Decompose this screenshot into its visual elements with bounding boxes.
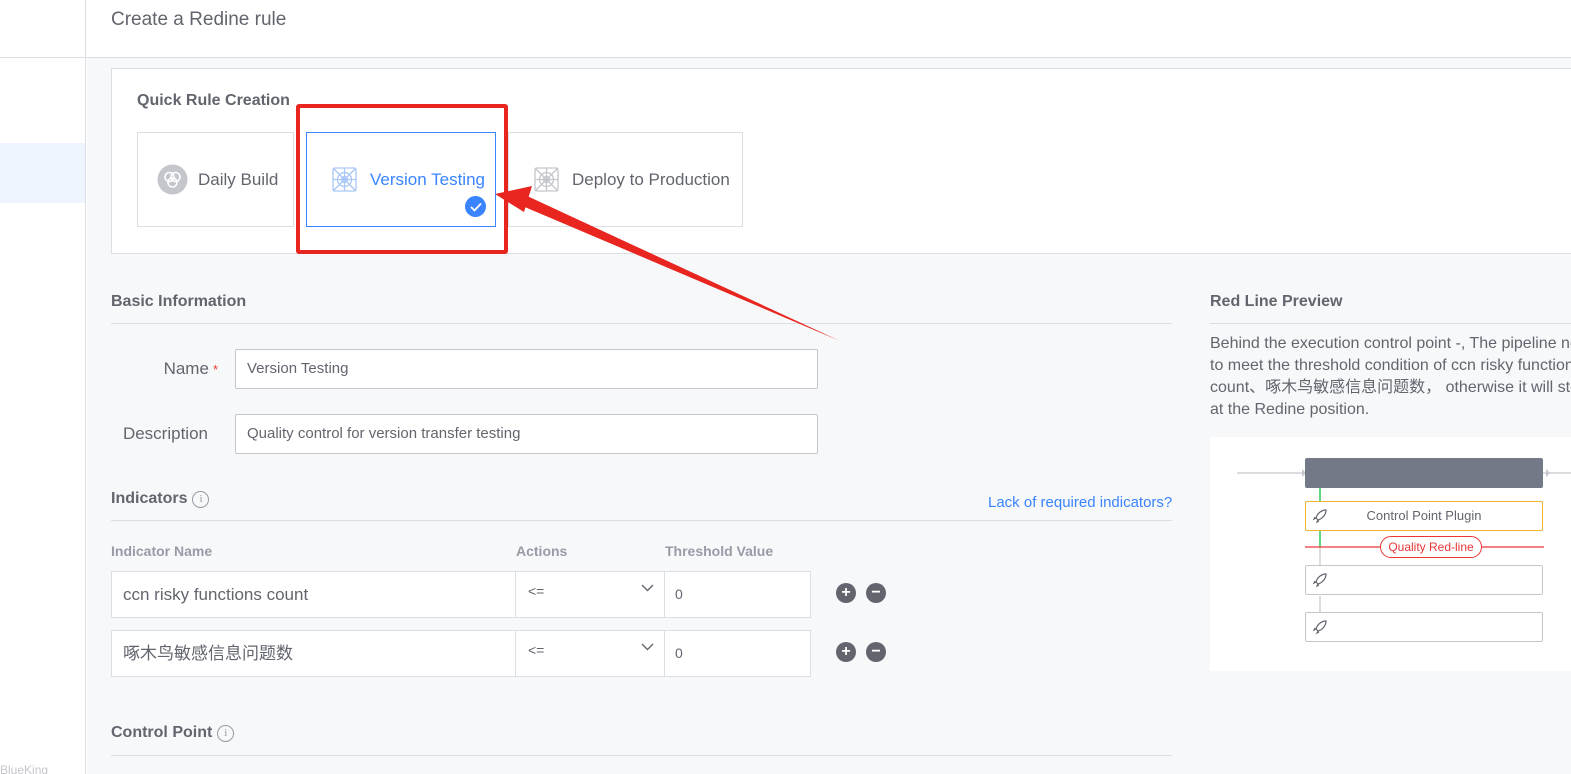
basic-info-title: Basic Information — [111, 293, 247, 310]
rule-name-input[interactable]: Version Testing — [235, 349, 818, 389]
add-row-button[interactable]: + — [836, 583, 856, 603]
name-label: Name * — [111, 359, 218, 379]
rule-description-input[interactable]: Quality control for version transfer tes… — [235, 414, 818, 454]
page-header: Create a Redine rule — [86, 0, 1571, 58]
preview-description-line: to meet the threshold condition of ccn r… — [1210, 357, 1571, 374]
selected-check-icon — [465, 196, 486, 217]
indicators-divider — [111, 520, 1172, 521]
preview-diagram: Control Point Plugin Quality Red-line — [1210, 437, 1571, 671]
preview-description-line: count、啄木鸟敏感信息问题数， otherwise it will stop — [1210, 379, 1571, 396]
chevron-down-icon — [641, 643, 654, 651]
name-label-text: Name — [163, 359, 209, 378]
operator-select[interactable]: <= — [515, 571, 665, 618]
column-header-indicator-name: Indicator Name — [111, 543, 213, 559]
template-card-deploy-to-production[interactable]: Deploy to Production — [508, 132, 743, 227]
left-sidebar: BlueKing — [0, 0, 86, 774]
control-point-plugin-node: Control Point Plugin — [1305, 501, 1543, 531]
control-point-divider — [111, 755, 1172, 756]
missing-indicators-link[interactable]: Lack of required indicators? — [988, 494, 1172, 511]
template-card-daily-build[interactable]: Daily Build — [137, 132, 294, 227]
app-root: BlueKing Create a Redine rule Quick Rule… — [0, 0, 1571, 774]
stage-block — [1305, 458, 1543, 488]
column-header-threshold: Threshold Value — [665, 543, 774, 559]
quality-redline-badge: Quality Red-line — [1380, 536, 1482, 558]
pipeline-plugin-node — [1305, 565, 1543, 595]
template-card-label: Daily Build — [198, 169, 279, 189]
preview-description-line: Behind the execution control point -, Th… — [1210, 335, 1571, 352]
page-title: Create a Redine rule — [111, 9, 287, 30]
info-icon[interactable]: i — [192, 491, 210, 508]
description-label: Description — [122, 424, 208, 443]
preview-divider — [1210, 323, 1571, 324]
quick-rule-panel: Quick Rule Creation Daily Build Version … — [111, 68, 1571, 254]
sidebar-footer: BlueKing — [0, 763, 49, 774]
column-header-actions: Actions — [516, 543, 568, 559]
rocket-icon — [1312, 509, 1327, 524]
deploy-icon — [531, 164, 562, 195]
add-row-button[interactable]: + — [836, 642, 856, 662]
operator-value: <= — [528, 642, 545, 658]
template-card-label: Version Testing — [370, 169, 485, 189]
indicators-title-text: Indicators — [111, 490, 188, 507]
rocket-icon — [1312, 620, 1327, 635]
rocket-icon — [1312, 573, 1327, 588]
threshold-input[interactable]: 0 — [664, 630, 811, 677]
pipeline-plugin-node — [1305, 612, 1543, 642]
operator-select[interactable]: <= — [515, 630, 665, 677]
version-testing-icon — [329, 164, 360, 195]
indicator-name-cell: ccn risky functions count — [111, 571, 516, 618]
remove-row-button[interactable]: − — [866, 642, 886, 662]
remove-row-button[interactable]: − — [866, 583, 886, 603]
control-point-title-text: Control Point — [111, 724, 213, 741]
info-icon[interactable]: i — [217, 725, 235, 742]
sidebar-active-item[interactable] — [0, 143, 85, 203]
required-mark: * — [212, 362, 218, 377]
plugin-label: Control Point Plugin — [1366, 508, 1482, 523]
operator-value: <= — [528, 583, 545, 599]
chevron-down-icon — [641, 584, 654, 592]
preview-description-line: at the Redine position. — [1210, 401, 1370, 418]
template-card-version-testing[interactable]: Version Testing — [306, 132, 496, 227]
indicators-title: Indicators i — [111, 490, 210, 508]
sidebar-divider — [0, 57, 86, 58]
preview-description: Behind the execution control point -, Th… — [1210, 333, 1571, 421]
template-card-label: Deploy to Production — [572, 169, 730, 189]
preview-title: Red Line Preview — [1210, 293, 1343, 310]
indicator-name-cell: 啄木鸟敏感信息问题数 — [111, 630, 516, 677]
quick-rule-title: Quick Rule Creation — [137, 92, 290, 109]
basic-info-divider — [111, 323, 1172, 324]
daily-build-icon — [157, 164, 188, 195]
threshold-input[interactable]: 0 — [664, 571, 811, 618]
control-point-title: Control Point i — [111, 724, 235, 742]
